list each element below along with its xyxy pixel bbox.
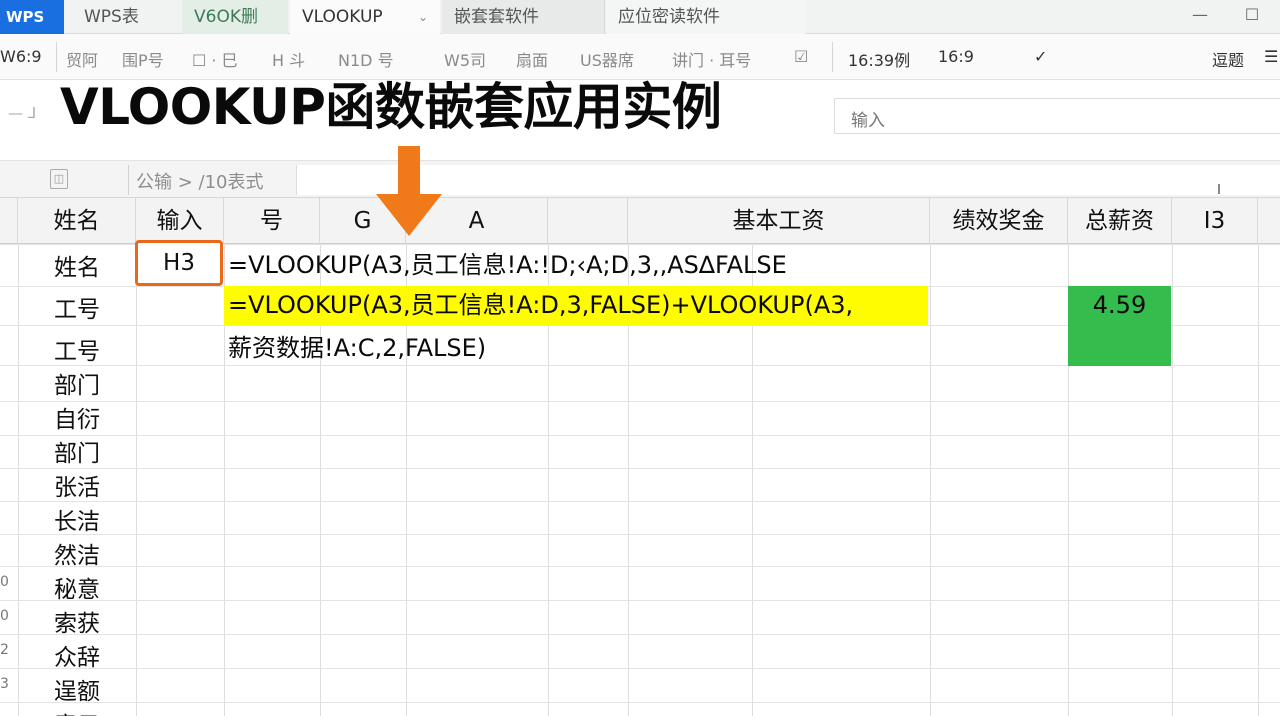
formula-bar: ◫ 公输 > /10表式 — [0, 160, 1280, 198]
tab-v6ok[interactable]: V6OK删 — [182, 0, 288, 34]
ribbon-divider — [56, 42, 57, 72]
formula-line-3[interactable]: 薪资数据!A:C,2,FALSE) — [228, 333, 486, 363]
grid-row-line — [0, 668, 1280, 669]
formula-line-2: =VLOOKUP(A3,员工信息!A:D,3,FALSE)+VLOOKUP(A3… — [228, 291, 854, 319]
row-label[interactable]: 工号 — [18, 332, 136, 366]
row-label[interactable]: 部门 — [18, 366, 136, 400]
column-header[interactable] — [548, 198, 628, 244]
row-label[interactable]: 工号 — [18, 290, 136, 324]
tab-bar: WPS WPS表 V6OK删 VLOOKUP ⌄ 嵌套套软件 应位密读软件 — … — [0, 0, 1280, 34]
row-label[interactable]: 索获 — [18, 604, 136, 638]
grid-row-line — [0, 501, 1280, 502]
ribbon-item[interactable]: 扇面 — [516, 47, 548, 71]
row-label[interactable]: 部门 — [18, 434, 136, 468]
column-header[interactable] — [1258, 198, 1280, 244]
menu-icon[interactable]: ☰ — [1264, 47, 1278, 66]
page-title: VLOOKUP函数嵌套应用实例 — [60, 78, 722, 136]
grid-row-line — [0, 534, 1280, 535]
grid-row-line — [0, 634, 1280, 635]
search-input[interactable]: 输入 — [834, 98, 1280, 134]
checkbox-icon[interactable]: ☑ — [794, 47, 808, 66]
ribbon-item[interactable]: 16:39例 — [848, 47, 910, 71]
row-label[interactable]: 长洁 — [18, 502, 136, 536]
arrow-down-icon — [376, 146, 442, 236]
chevron-down-icon[interactable]: ⌄ — [418, 0, 428, 34]
ribbon-version: W6:9 — [0, 47, 42, 66]
row-number[interactable]: 0 — [0, 608, 16, 624]
grid-column-line — [136, 244, 137, 716]
grid-row-line — [0, 435, 1280, 436]
column-header[interactable]: 号 — [224, 198, 320, 244]
formula-bar-divider — [128, 165, 129, 195]
ribbon-item[interactable]: US器席 — [580, 47, 634, 71]
row-number[interactable]: 0 — [0, 574, 16, 590]
tab-nested-software[interactable]: 嵌套套软件 — [442, 0, 605, 34]
ribbon-item[interactable]: W5司 — [444, 47, 486, 71]
app-logo-tab[interactable]: WPS — [0, 0, 64, 34]
breadcrumb: 公输 > /10表式 — [136, 172, 264, 193]
minimize-icon[interactable]: — — [1182, 0, 1218, 34]
grid-column-line — [930, 244, 931, 716]
row-label[interactable]: 姓名 — [18, 248, 136, 282]
grid-row-line — [0, 566, 1280, 567]
column-header[interactable]: 总薪资 — [1068, 198, 1172, 244]
formula-line-1[interactable]: =VLOOKUP(A3,员工信息!A:!D;‹A;D,3,,AS∆FALSE — [228, 250, 787, 280]
total-salary-value: 4.59 — [1092, 291, 1147, 319]
ribbon-item[interactable]: 16:9 — [938, 47, 974, 66]
ribbon-divider — [832, 42, 833, 72]
ribbon-item[interactable]: H 斗 — [272, 47, 305, 71]
grid-row-line — [0, 702, 1280, 703]
tab-vlookup[interactable]: VLOOKUP ⌄ — [290, 0, 440, 34]
ribbon-item[interactable]: 贸阿 — [66, 47, 98, 71]
tab-reader-software[interactable]: 应位密读软件 — [606, 0, 806, 34]
grid-row-line — [0, 468, 1280, 469]
check-icon[interactable]: ✓ — [1034, 47, 1047, 66]
ribbon-item[interactable]: 围P号 — [122, 47, 164, 71]
grid-column-line — [1258, 244, 1259, 716]
row-label[interactable]: 然洁 — [18, 536, 136, 570]
row-number[interactable]: 3 — [0, 676, 16, 692]
tab-vlookup-label: VLOOKUP — [302, 7, 383, 27]
ribbon-item[interactable]: 逗题 — [1212, 47, 1244, 71]
row-label[interactable]: 张活 — [18, 468, 136, 502]
column-header[interactable]: 姓名 — [18, 198, 136, 244]
left-hint: — ⅃ — [8, 104, 37, 122]
column-header[interactable]: 绩效奖金 — [930, 198, 1068, 244]
ribbon-item[interactable]: N1D 号 — [338, 47, 394, 71]
search-input-placeholder: 输入 — [851, 111, 885, 131]
row-label[interactable]: 逞额 — [18, 672, 136, 706]
grid-column-line — [1172, 244, 1173, 716]
ribbon-item[interactable]: 讲门 · 耳号 — [672, 47, 751, 71]
function-icon[interactable]: ◫ — [50, 169, 68, 189]
formula-bar-marker — [1218, 184, 1220, 194]
maximize-icon[interactable]: ☐ — [1234, 0, 1270, 34]
grid-row-line — [0, 401, 1280, 402]
grid-row-line — [0, 600, 1280, 601]
row-label[interactable]: 秘意 — [18, 570, 136, 604]
row-label[interactable]: 众辞 — [18, 638, 136, 672]
row-label[interactable]: 意云 — [18, 706, 136, 716]
selected-cell[interactable]: H3 — [135, 240, 223, 286]
column-header[interactable]: I3 — [1172, 198, 1258, 244]
row-label[interactable]: 自衍 — [18, 400, 136, 434]
ribbon-item[interactable]: ☐ · 巳 — [192, 47, 238, 71]
corner-header[interactable] — [0, 198, 18, 244]
formula-input[interactable] — [296, 165, 1280, 195]
column-header[interactable]: 基本工资 — [628, 198, 930, 244]
row-number[interactable]: 2 — [0, 642, 16, 658]
column-header[interactable]: 输入 — [136, 198, 224, 244]
tab-wps-sheet[interactable]: WPS表 — [68, 0, 178, 34]
